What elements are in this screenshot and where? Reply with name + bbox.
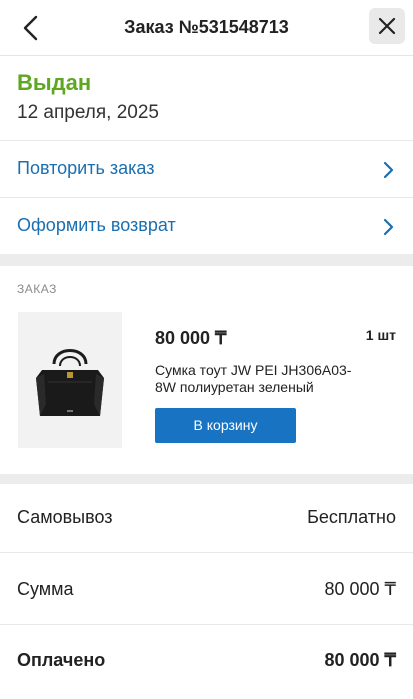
header: Заказ №531548713 <box>0 0 413 56</box>
section-separator <box>0 254 413 266</box>
page-title: Заказ №531548713 <box>124 17 289 37</box>
section-separator <box>0 474 413 484</box>
chevron-right-icon <box>383 218 394 236</box>
repeat-order-row[interactable]: Повторить заказ <box>0 141 413 197</box>
order-status: Выдан <box>17 70 92 95</box>
summary-row-pickup: Самовывоз Бесплатно <box>0 485 413 551</box>
close-icon <box>378 17 396 35</box>
summary-key: Самовывоз <box>17 507 113 527</box>
summary-row-total: Сумма 80 000 ₸ <box>0 557 413 623</box>
summary-value: 80 000 ₸ <box>324 579 396 599</box>
repeat-order-label: Повторить заказ <box>17 158 155 178</box>
status-date: 12 апреля, 2025 <box>17 102 159 123</box>
summary-value: Бесплатно <box>307 507 396 527</box>
summary-value: 80 000 ₸ <box>324 650 396 670</box>
close-button[interactable] <box>369 8 405 44</box>
summary-key: Оплачено <box>17 650 106 670</box>
product-quantity: 1 шт <box>365 327 396 343</box>
chevron-right-icon <box>383 161 394 179</box>
order-section-label: ЗАКАЗ <box>17 282 57 296</box>
handbag-image <box>36 349 104 416</box>
summary-key: Сумма <box>17 579 74 599</box>
divider <box>0 624 413 625</box>
product-name[interactable]: Сумка тоут JW PEI JH306A03-8W полиуретан… <box>155 362 367 396</box>
product-price: 80 000 ₸ <box>155 328 227 348</box>
add-to-cart-button[interactable]: В корзину <box>155 408 296 443</box>
product-image[interactable] <box>18 312 122 448</box>
divider <box>0 552 413 553</box>
return-order-label: Оформить возврат <box>17 215 176 235</box>
return-order-row[interactable]: Оформить возврат <box>0 198 413 254</box>
summary-row-paid: Оплачено 80 000 ₸ <box>0 628 413 694</box>
